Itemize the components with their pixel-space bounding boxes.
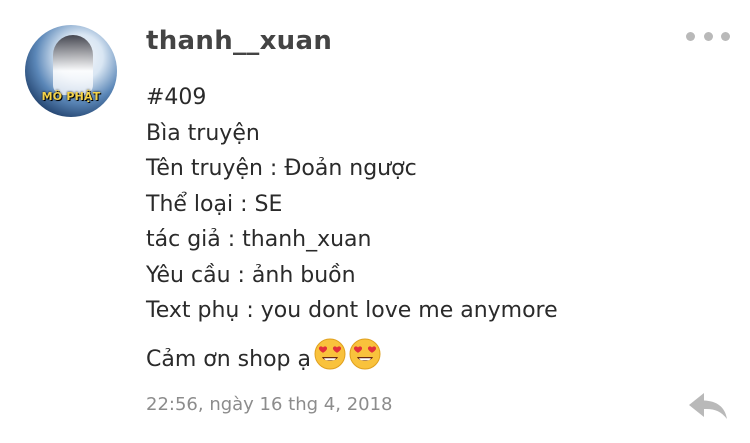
message-closing: Cảm ơn shop ạ [146,338,558,382]
heart-eyes-emoji [314,338,346,382]
message-body: #409 Bìa truyện Tên truyện : Đoản ngược … [146,80,558,382]
avatar-figure [53,35,93,95]
message-line: Text phụ : you dont love me anymore [146,298,558,323]
avatar[interactable]: MÔ PHẬT [25,25,117,117]
timestamp: 22:56, ngày 16 thg 4, 2018 [146,394,393,415]
more-options-button[interactable] [686,26,730,46]
message-line: #409 [146,85,207,110]
closing-text: Cảm ơn shop ạ [146,346,311,372]
avatar-label: MÔ PHẬT [41,90,101,103]
more-options-icon [686,31,695,41]
message-line: Bìa truyện [146,120,260,146]
heart-eyes-emoji [349,338,381,382]
reply-arrow-icon [689,393,727,419]
reply-button[interactable] [686,390,730,422]
username[interactable]: thanh__xuan [146,26,332,56]
message-line: Yêu cầu : ảnh buồn [146,262,356,288]
message-line: Tên truyện : Đoản ngược [146,156,417,181]
message-line: Thể loại : SE [146,191,283,217]
message-line: tác giả : thanh_xuan [146,227,372,252]
more-options-icon-dot-3 [721,31,730,41]
more-options-icon-dot-2 [703,31,713,41]
